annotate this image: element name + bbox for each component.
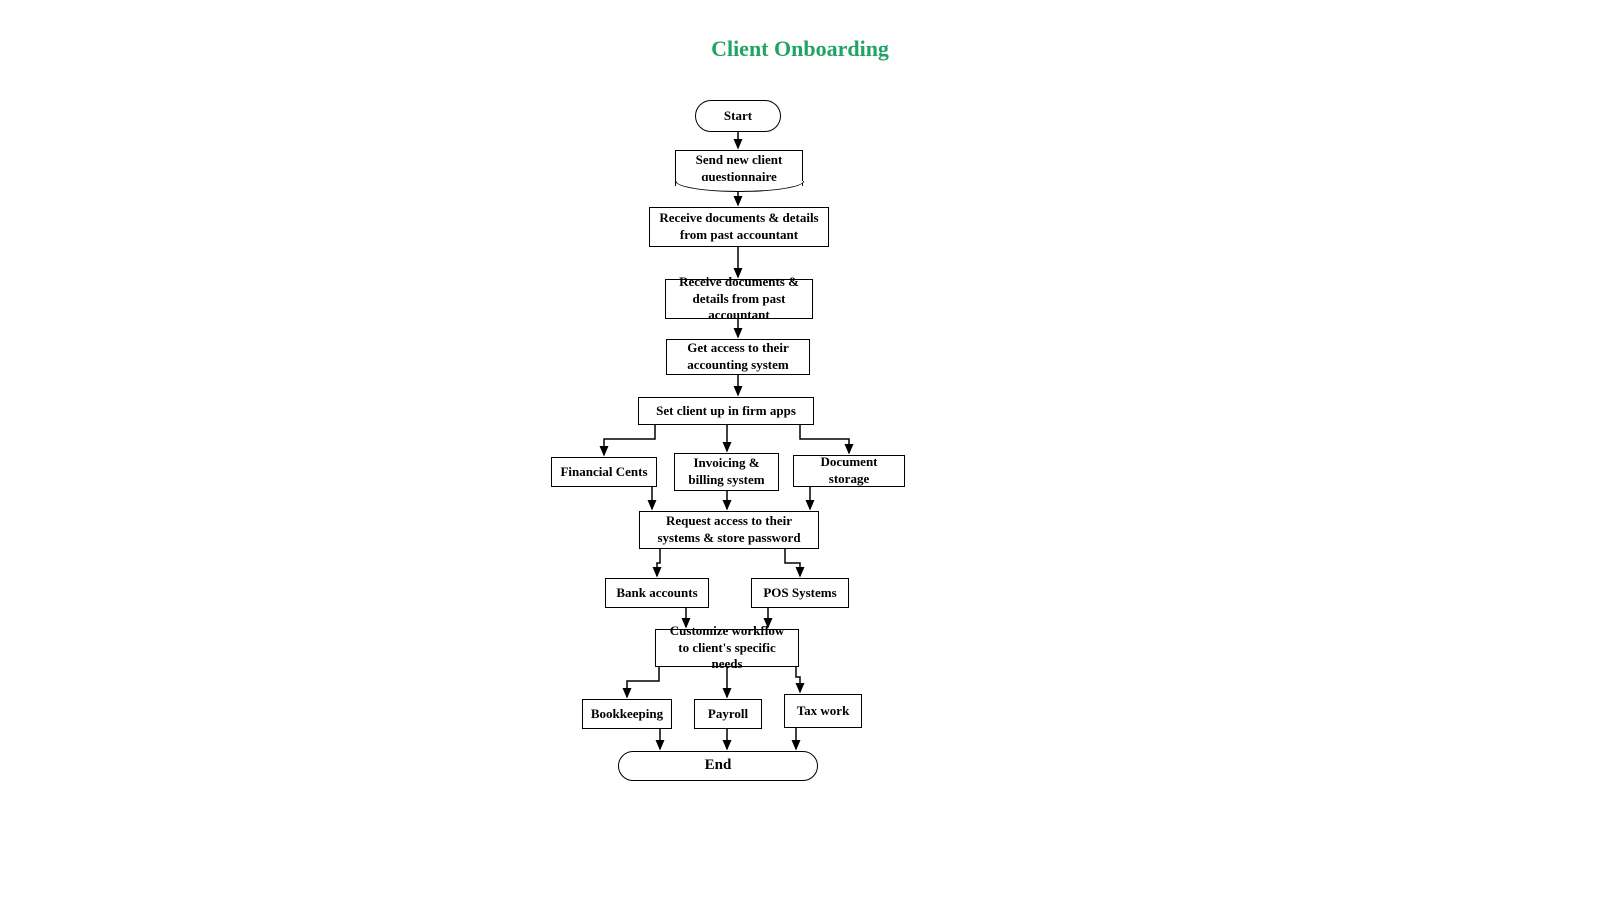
node-document-storage: Document storage [793,455,905,487]
node-receive-docs-2: Receive documents & details from past ac… [665,279,813,319]
node-pos-systems: POS Systems [751,578,849,608]
node-customize-workflow: Customize workflow to client's specific … [655,629,799,667]
node-tax-work: Tax work [784,694,862,728]
diagram-title: Client Onboarding [0,36,1600,62]
node-start: Start [695,100,781,132]
node-financial-cents: Financial Cents [551,457,657,487]
node-bookkeeping: Bookkeeping [582,699,672,729]
node-invoicing-billing: Invoicing & billing system [674,453,779,491]
node-request-access: Request access to their systems & store … [639,511,819,549]
node-bank-accounts: Bank accounts [605,578,709,608]
node-payroll: Payroll [694,699,762,729]
node-setup-firm-apps: Set client up in firm apps [638,397,814,425]
flowchart: Start Send new client questionnaire Rece… [0,95,1600,895]
node-get-access: Get access to their accounting system [666,339,810,375]
node-receive-docs-1: Receive documents & details from past ac… [649,207,829,247]
node-send-questionnaire: Send new client questionnaire [675,150,803,186]
node-end: End [618,751,818,781]
